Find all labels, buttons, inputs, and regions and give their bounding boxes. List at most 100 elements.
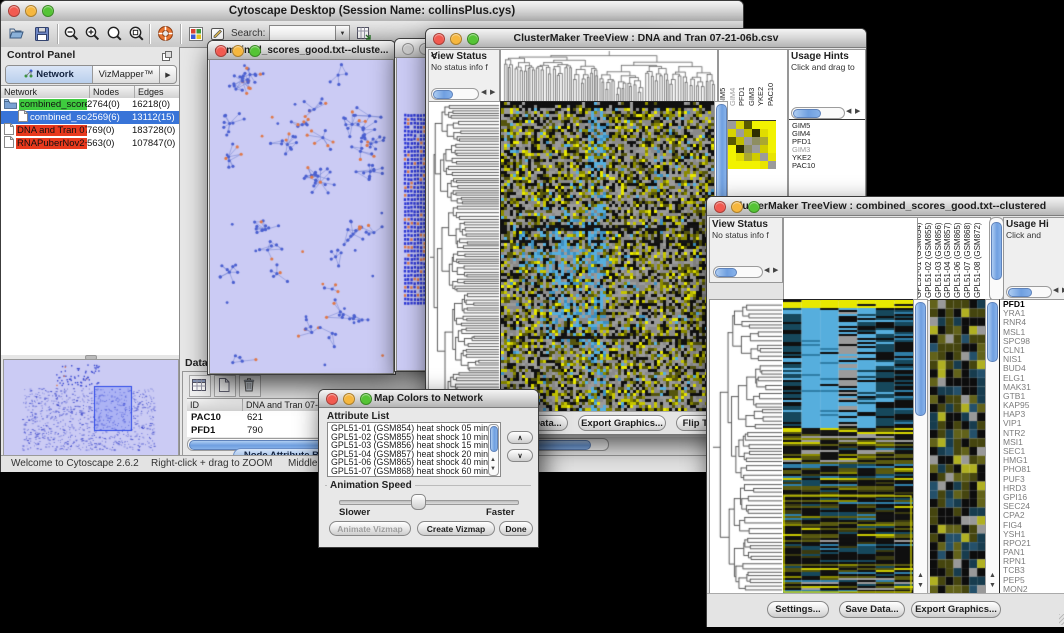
tv2-row-dendrogram[interactable] — [709, 299, 785, 595]
scroll-left-icon[interactable]: ◀ — [764, 267, 769, 275]
view-status-hscrollbar[interactable] — [431, 88, 479, 100]
tv1-column-dendrogram[interactable] — [500, 49, 718, 103]
network-overview[interactable] — [3, 359, 179, 457]
close-icon[interactable] — [402, 43, 414, 55]
scroll-down-icon[interactable]: ▼ — [490, 465, 496, 473]
tab-network[interactable]: Network — [6, 66, 93, 83]
scroll-right-icon[interactable]: ▶ — [855, 108, 860, 116]
zoom-window-icon[interactable] — [360, 393, 372, 405]
attribute-table-icon[interactable] — [189, 375, 211, 397]
zoom-window-icon[interactable] — [42, 5, 54, 17]
tv2-zoom-detail[interactable] — [930, 299, 985, 593]
scrollbar-thumb[interactable] — [987, 302, 998, 362]
treeview-window-combined[interactable]: ClusterMaker TreeView : combined_scores_… — [706, 196, 1064, 627]
export-graphics-button[interactable]: Export Graphics... — [911, 601, 1001, 618]
main-titlebar[interactable]: Cytoscape Desktop (Session Name: collins… — [1, 1, 743, 22]
network-view-titlebar[interactable]: combined_scores_good.txt--cluste... — [208, 41, 395, 60]
close-icon[interactable] — [215, 45, 227, 57]
close-icon[interactable] — [8, 5, 20, 17]
zoom-in-icon[interactable] — [84, 25, 102, 48]
tv2-column-dendrogram[interactable] — [783, 217, 919, 301]
tv1-titlebar[interactable]: ClusterMaker TreeView : DNA and Tran 07-… — [426, 29, 866, 48]
scroll-down-icon[interactable]: ▼ — [917, 582, 924, 590]
network-canvas[interactable] — [209, 59, 394, 374]
trash-icon[interactable] — [239, 375, 261, 397]
scrollbar-thumb[interactable] — [915, 302, 926, 416]
scroll-left-icon[interactable]: ◀ — [846, 108, 851, 116]
matrix-cell — [736, 137, 744, 145]
minimize-icon[interactable] — [232, 45, 244, 57]
close-icon[interactable] — [714, 201, 726, 213]
scroll-left-icon[interactable]: ◀ — [481, 89, 486, 97]
close-icon[interactable] — [433, 33, 445, 45]
usage-hints-hscrollbar[interactable] — [1006, 286, 1052, 298]
zoom-window-icon[interactable] — [467, 33, 479, 45]
create-vizmap-button[interactable]: Create Vizmap — [417, 521, 495, 536]
tab-overflow-arrow[interactable]: ▶ — [160, 66, 176, 83]
new-page-icon[interactable] — [214, 375, 236, 397]
network-nodes: 563(0) — [87, 138, 132, 149]
zoom-window-icon[interactable] — [748, 201, 760, 213]
attribute-item[interactable]: GPL51-07 (GSM868) heat shock 60 min — [328, 467, 500, 476]
scroll-down-icon[interactable]: ▼ — [989, 582, 996, 590]
zoom-fit-icon[interactable] — [128, 25, 146, 48]
column-label: GPL51-01 (GSM854) — [917, 222, 923, 298]
window-controls[interactable] — [8, 5, 54, 17]
minimize-icon[interactable] — [343, 393, 355, 405]
done-button[interactable]: Done — [499, 521, 533, 536]
tv2-gene-vscrollbar[interactable]: ▲ ▼ — [985, 299, 1000, 595]
open-folder-icon[interactable] — [8, 25, 26, 48]
tv2-top-vscrollbar[interactable] — [989, 217, 1004, 301]
animate-vizmap-button[interactable]: Animate Vizmap — [329, 521, 411, 536]
tv2-titlebar[interactable]: ClusterMaker TreeView : combined_scores_… — [707, 197, 1064, 216]
help-ring-icon[interactable] — [156, 24, 175, 48]
scroll-left-icon[interactable]: ◀ — [1053, 287, 1058, 295]
vizmap-grid-icon[interactable] — [188, 26, 204, 47]
matrix-cell — [768, 121, 776, 129]
network-row[interactable]: RNAPuberNov2+563(0)107847(0) — [1, 137, 179, 150]
resize-grip[interactable] — [1059, 614, 1064, 625]
tv2-heatmap[interactable] — [783, 299, 913, 593]
scroll-up-icon[interactable]: ▲ — [490, 456, 496, 464]
dialog-titlebar[interactable]: Map Colors to Network — [319, 390, 538, 408]
tv1-zoom-matrix[interactable] — [728, 120, 776, 169]
scroll-right-icon[interactable]: ▶ — [490, 89, 495, 97]
close-icon[interactable] — [326, 393, 338, 405]
move-down-button[interactable]: ∨ — [507, 449, 533, 462]
minimize-icon[interactable] — [731, 201, 743, 213]
tv1-row-dendrogram[interactable] — [428, 101, 502, 413]
tv1-heatmap[interactable] — [500, 101, 714, 411]
minimize-icon[interactable] — [450, 33, 462, 45]
column-label: GPL51-08 (GSM872) — [973, 222, 982, 298]
scroll-right-icon[interactable]: ▶ — [773, 267, 778, 275]
zoom-window-icon[interactable] — [249, 45, 261, 57]
gene-label[interactable]: PAC10 — [792, 162, 815, 170]
column-label: PAC10 — [766, 83, 775, 106]
attribute-list-vscrollbar[interactable]: ▲ ▼ — [488, 424, 499, 476]
save-data-button[interactable]: Save Data... — [839, 601, 905, 618]
tab-vizmapper[interactable]: VizMapper™ — [93, 66, 160, 83]
scroll-up-icon[interactable]: ▲ — [917, 572, 924, 580]
speed-slider-track[interactable] — [339, 500, 519, 505]
view-status-hscrollbar[interactable] — [713, 266, 763, 278]
minimize-icon[interactable] — [25, 5, 37, 17]
network-list[interactable]: combined_scores2764(0)16218(0)combined_s… — [1, 98, 179, 355]
map-colors-dialog[interactable]: Map Colors to Network Attribute List GPL… — [318, 389, 539, 548]
settings-button[interactable]: Settings... — [767, 601, 829, 618]
export-graphics-button[interactable]: Export Graphics... — [578, 415, 666, 431]
move-up-button[interactable]: ∧ — [507, 431, 533, 444]
matrix-cell — [744, 121, 752, 129]
gene-id: PFD1 — [187, 425, 247, 436]
tv2-vscrollbar[interactable]: ▲ ▼ — [913, 299, 928, 595]
usage-hints-hscrollbar[interactable] — [791, 107, 845, 119]
speed-slider-thumb[interactable] — [411, 494, 426, 510]
attribute-list[interactable]: GPL51-01 (GSM854) heat shock 05 minGPL51… — [327, 422, 501, 477]
zoom-out-icon[interactable] — [63, 25, 81, 48]
save-icon[interactable] — [33, 25, 51, 48]
zoom-selected-icon[interactable] — [106, 25, 124, 48]
search-input[interactable] — [269, 25, 337, 41]
tv2-gene-list-panel: PFD1YRA1RNR4MSL1SPC98CLN1NIS1BUD4ELG1MAK… — [999, 299, 1064, 595]
scroll-up-icon[interactable]: ▲ — [989, 572, 996, 580]
network-view-window[interactable]: combined_scores_good.txt--cluste... — [207, 40, 396, 375]
matrix-cell — [736, 129, 744, 137]
